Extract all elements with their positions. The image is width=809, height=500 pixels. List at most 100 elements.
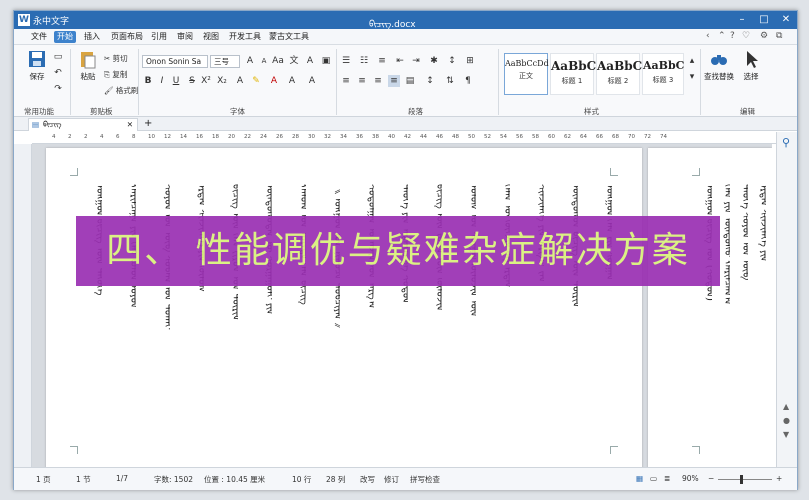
clear-format-icon[interactable]: A	[304, 55, 316, 67]
new-doc-icon[interactable]: ▭	[52, 51, 64, 63]
zoom-in-icon[interactable]: +	[776, 474, 782, 483]
bold-icon[interactable]: B	[142, 75, 154, 87]
menu-review[interactable]: 审阅	[174, 31, 196, 43]
font-color-icon[interactable]: A	[268, 75, 280, 87]
align-center-icon[interactable]: ≡	[356, 75, 368, 87]
collapse-icon[interactable]: ⌃	[718, 31, 726, 41]
close-icon[interactable]: ✕	[775, 11, 797, 29]
settings-icon[interactable]: ⚙	[760, 31, 768, 41]
page-view-icon[interactable]: ▦	[636, 474, 643, 483]
line-spacing-icon[interactable]: ↕	[424, 75, 436, 87]
highlight-icon[interactable]: ✎	[250, 75, 262, 87]
menu-insert[interactable]: 插入	[81, 31, 103, 43]
chinese-layout-icon[interactable]: ✱	[428, 55, 440, 67]
cut-button[interactable]: ✂ 剪切	[104, 53, 128, 64]
decrease-indent-icon[interactable]: ⇤	[394, 55, 406, 67]
numbering-icon[interactable]: ☷	[358, 55, 370, 67]
char-spacing-icon[interactable]: A	[306, 75, 318, 87]
justify-icon[interactable]: ≡	[388, 75, 400, 87]
menu-developer[interactable]: 开发工具	[226, 31, 264, 43]
like-icon[interactable]: ♡	[742, 31, 750, 41]
sort-icon[interactable]: ↕	[446, 55, 458, 67]
horizontal-ruler[interactable]: 4 2 2 4 6 8 10 12 14 16 18 20 22 24 26 28 30 32 34 36 38 40 42…	[32, 132, 776, 144]
vertical-scrollbar[interactable]: ⚲ ▲ ● ▼	[776, 132, 797, 467]
paste-button[interactable]: 粘贴	[74, 49, 102, 82]
distributed-icon[interactable]: ▤	[404, 75, 416, 87]
status-word-count[interactable]: 字数: 1502	[154, 474, 193, 485]
document-workspace[interactable]: ᠮᠣᠩᠭᠣᠯ ᠪᠢᠴᠢᠭ ᠦᠨ ᠲᠡᠭᠦᠬᠡᠬᠠᠷᠢᠯᠴᠠᠭᠠ ᠶᠢᠨ ᠬᠡᠯᠡ…	[32, 144, 772, 467]
select-browse-icon[interactable]: ●	[783, 416, 790, 425]
back-icon[interactable]: ‹	[706, 31, 710, 41]
ruler-tick-label: 72	[644, 134, 651, 140]
page-2[interactable]: ᠮᠣᠩᠭᠣᠯ ᠪᠢᠴᠢᠭ ᠤᠨ (ᠰᠤᠳᠤᠯ)ᠬᠡᠯᠡ ᠶᠢᠨ ᠦᠨᠳᠦᠰᠦ ᠬ…	[648, 148, 772, 467]
status-zoom[interactable]: 90%	[682, 474, 699, 483]
page-1[interactable]: ᠮᠣᠩᠭᠣᠯ ᠪᠢᠴᠢᠭ ᠦᠨ ᠲᠡᠭᠦᠬᠡᠬᠠᠷᠢᠯᠴᠠᠭᠠ ᠶᠢᠨ ᠬᠡᠯᠡ…	[46, 148, 642, 467]
style-heading-1[interactable]: AaBbC 标题 1	[550, 53, 596, 95]
change-case-icon[interactable]: Aa	[272, 55, 284, 67]
redo-icon[interactable]: ↷	[52, 83, 64, 95]
ruler-tick-label: 24	[260, 134, 267, 140]
copy-button[interactable]: ⎘ 复制	[104, 69, 127, 80]
web-view-icon[interactable]: ▭	[650, 474, 657, 483]
style-normal[interactable]: AaBbCcDd 正文	[504, 53, 549, 95]
status-spell-check[interactable]: 拼写检查	[410, 474, 440, 485]
font-name-select[interactable]: Onon Sonin Sa	[142, 55, 208, 68]
save-icon	[29, 51, 45, 67]
select-button[interactable]: 选择	[738, 49, 764, 82]
phonetic-icon[interactable]: 文	[288, 55, 300, 67]
zoom-slider[interactable]	[718, 479, 772, 480]
format-painter-button[interactable]: 🖌 格式刷	[104, 85, 138, 96]
undo-icon[interactable]: ↶	[52, 67, 64, 79]
style-heading-2[interactable]: AaBbC 标题 2	[596, 53, 642, 95]
help-icon[interactable]: ?	[730, 31, 735, 41]
find-replace-button[interactable]: 查找替换	[702, 49, 736, 82]
menu-references[interactable]: 引用	[148, 31, 170, 43]
styles-scroll-down-icon[interactable]: ▾	[686, 71, 698, 83]
vertical-ruler[interactable]	[14, 144, 32, 467]
style-heading-3[interactable]: AaBbC 标题 3	[642, 53, 684, 95]
restore-icon[interactable]: ⧉	[776, 31, 782, 41]
borders-icon[interactable]: ⊞	[464, 55, 476, 67]
minimize-icon[interactable]: –	[731, 11, 753, 29]
next-page-icon[interactable]: ▼	[783, 430, 789, 439]
styles-scroll-up-icon[interactable]: ▴	[686, 55, 698, 67]
text-direction-icon[interactable]: ⇅	[444, 75, 456, 87]
underline-icon[interactable]: U	[170, 75, 182, 87]
menu-file[interactable]: 文件	[28, 31, 50, 43]
prev-page-icon[interactable]: ▲	[783, 402, 789, 411]
subscript-icon[interactable]: X₂	[216, 75, 228, 87]
maximize-icon[interactable]: □	[753, 11, 775, 29]
location-pin-icon[interactable]: ⚲	[782, 136, 790, 149]
italic-icon[interactable]: I	[156, 75, 168, 87]
text-column[interactable]: ᠡᠷᠳᠡᠮ ᠰᠢᠨᠵᠢᠯᠡᠭᠡ ᠶᠢᠨ	[754, 184, 766, 434]
save-button[interactable]: 保存	[22, 49, 52, 82]
font-size-select[interactable]: 三号	[210, 55, 240, 68]
superscript-icon[interactable]: X²	[200, 75, 212, 87]
zoom-slider-thumb[interactable]	[740, 475, 743, 484]
bullets-icon[interactable]: ☰	[340, 55, 352, 67]
menu-page-layout[interactable]: 页面布局	[108, 31, 146, 43]
text-column[interactable]: ᠲᠡᠦᠬᠡ ᠰᠣᠶᠣᠯ ᠤᠨ ᠦᠪ	[736, 184, 748, 434]
shading-icon[interactable]: A	[286, 75, 298, 87]
document-tab[interactable]: ▤ ᠪᠢᠴᠢᠭ ✕	[28, 118, 138, 131]
status-line: 10 行	[292, 475, 312, 484]
outline-view-icon[interactable]: ≣	[664, 474, 670, 483]
shrink-font-icon[interactable]: A	[258, 55, 270, 67]
align-left-icon[interactable]: ≡	[340, 75, 352, 87]
menu-view[interactable]: 视图	[200, 31, 222, 43]
char-border-icon[interactable]: ▣	[320, 55, 332, 67]
status-overwrite[interactable]: 改写	[360, 474, 375, 485]
status-track-changes[interactable]: 修订	[384, 474, 399, 485]
menu-home[interactable]: 开始	[54, 31, 76, 43]
grow-font-icon[interactable]: A	[244, 55, 256, 67]
menu-mongolian-tools[interactable]: 蒙古文工具	[266, 31, 312, 43]
new-tab-icon[interactable]: +	[144, 118, 152, 129]
zoom-out-icon[interactable]: −	[708, 474, 714, 483]
strikethrough-icon[interactable]: S	[186, 75, 198, 87]
align-right-icon[interactable]: ≡	[372, 75, 384, 87]
increase-indent-icon[interactable]: ⇥	[410, 55, 422, 67]
text-effect-icon[interactable]: A	[234, 75, 246, 87]
multilevel-icon[interactable]: ≡	[376, 55, 388, 67]
tab-close-icon[interactable]: ✕	[127, 119, 133, 131]
show-marks-icon[interactable]: ¶	[462, 75, 474, 87]
